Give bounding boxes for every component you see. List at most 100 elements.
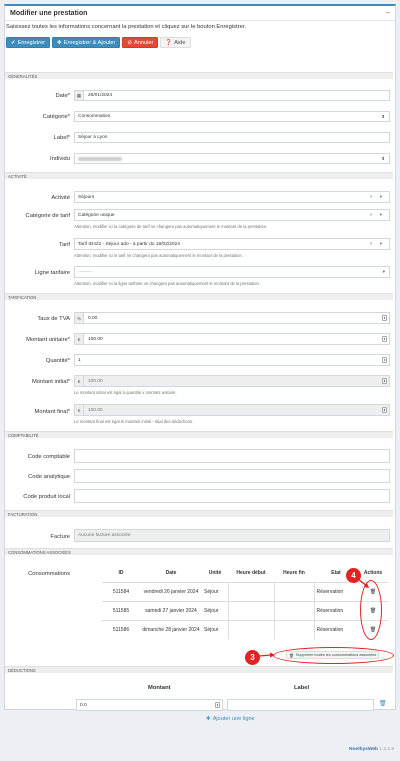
cell-heure-fin — [273, 619, 314, 639]
categorie-tarif-select[interactable]: Catégorie unique × ▾ — [74, 209, 390, 221]
facture-value: Aucune facture associée — [78, 533, 131, 538]
categorie-tarif-label: Catégorie de tarif — [25, 213, 70, 219]
clear-dropdown-icon[interactable]: × ▾ — [370, 212, 385, 218]
spinner-icon: ⬍ — [382, 407, 387, 413]
save-button-label: Enregistrer — [17, 39, 46, 46]
individu-label: Individu — [50, 156, 70, 162]
code-analytique-input[interactable] — [74, 469, 390, 483]
cell-date: samedi 27 janvier 2024 — [140, 600, 202, 620]
section-deductions: DÉDUCTIONS — [5, 666, 393, 673]
cell-id: 511584 — [102, 581, 140, 601]
trash-icon[interactable]: 🗑 — [379, 700, 387, 707]
quantite-value: 1 — [78, 357, 81, 363]
ban-icon: ⊘ — [127, 39, 133, 46]
spinner-icon[interactable]: ⬍ — [382, 357, 387, 363]
section-tarification: TARIFICATION — [5, 293, 393, 300]
delete-all-label: Supprimer toutes les consommations assoc… — [295, 653, 377, 657]
cell-unite: Séjour — [202, 600, 228, 620]
tva-label: Taux de TVA — [37, 316, 70, 322]
label-value: Séjour à Lyon — [78, 135, 108, 140]
cell-heure-debut — [227, 600, 274, 620]
section-facturation: FACTURATION — [5, 510, 393, 517]
col-date: Date — [140, 565, 202, 583]
clear-dropdown-icon[interactable]: × ▾ — [370, 241, 385, 247]
individu-select[interactable]: ⬍ — [74, 153, 390, 164]
cell-heure-fin — [273, 581, 314, 601]
callout-3-arrow — [259, 652, 275, 658]
section-generalites: GÉNÉRALITÉS — [5, 72, 393, 79]
montant-final-input: €100.00 ⬍ — [74, 404, 390, 416]
col-id: ID — [102, 565, 140, 583]
date-label: Date* — [55, 93, 70, 99]
tarif-select[interactable]: Tarif ID422 - Séjour ado - à partir du 1… — [74, 238, 390, 250]
check-icon: ✔ — [11, 39, 16, 46]
collapse-icon[interactable]: – — [386, 9, 390, 17]
help-icon: ❓ — [165, 39, 173, 46]
date-input[interactable]: ▦ 26/01/2024 — [74, 90, 390, 101]
ligne-tarifaire-select[interactable]: --------- ▾ — [74, 266, 390, 278]
cancel-button-label: Annuler — [134, 39, 154, 46]
save-add-button[interactable]: ✚ Enregistrer & Ajouter — [52, 37, 121, 48]
tarif-label: Tarif — [59, 242, 70, 248]
col-unite: Unité — [202, 565, 228, 583]
spinner-icon[interactable]: ⬍ — [382, 315, 387, 321]
calendar-icon: ▦ — [75, 91, 84, 100]
delete-all-button[interactable]: 🗑 Supprimer toutes les consommations asso… — [286, 651, 380, 659]
help-button[interactable]: ❓ Aide — [160, 37, 191, 48]
ligne-tarifaire-label: Ligne tarifaire — [34, 270, 70, 276]
spinner-icon: ⬍ — [382, 378, 387, 384]
euro-addon: € — [75, 405, 84, 415]
categorie-label: Catégorie* — [42, 114, 70, 120]
trash-icon: 🗑 — [289, 653, 294, 658]
montant-unitaire-input[interactable]: €100.00 ⬍ — [74, 333, 390, 345]
montant-final-value: 100.00 — [88, 407, 103, 413]
facture-label: Facture — [50, 534, 70, 540]
save-add-button-label: Enregistrer & Ajouter — [63, 39, 116, 46]
table-row: 511585 samedi 27 janvier 2024 Séjour Rés… — [102, 600, 388, 620]
code-comptable-label: Code comptable — [27, 454, 70, 460]
panel-title: Modifier une prestation — [10, 9, 88, 17]
cell-heure-debut — [227, 619, 274, 639]
spinner-icon[interactable]: ⬍ — [382, 336, 387, 342]
add-line-link[interactable]: ✚ Ajouter une ligne — [206, 716, 255, 722]
cell-id: 511585 — [102, 600, 140, 620]
deduction-montant-input[interactable]: 0.0 ⬍ — [76, 699, 223, 711]
cell-heure-debut — [227, 581, 274, 601]
callout-3: 3 — [245, 650, 260, 665]
code-produit-label: Code produit local — [23, 494, 70, 500]
code-comptable-input[interactable] — [74, 449, 390, 463]
save-button[interactable]: ✔ Enregistrer — [6, 37, 51, 48]
tva-value: 0.00 — [88, 315, 98, 321]
code-analytique-label: Code analytique — [28, 474, 70, 480]
activite-value: Séjours — [78, 194, 95, 200]
montant-final-help: Le montant final est égal le montant ini… — [74, 419, 194, 424]
euro-addon: € — [75, 376, 84, 386]
deduction-montant-value: 0.0 — [80, 702, 87, 708]
spinner-icon[interactable]: ⬍ — [215, 702, 220, 708]
cell-etat: Réservation — [313, 619, 358, 639]
facture-field: Aucune facture associée — [74, 529, 390, 542]
label-input[interactable]: Séjour à Lyon — [74, 132, 390, 143]
tva-input[interactable]: % 0.00 ⬍ — [74, 312, 390, 324]
cell-date: dimanche 28 janvier 2024 — [140, 619, 202, 639]
deduction-label-input[interactable] — [227, 699, 374, 711]
date-value: 26/01/2024 — [88, 93, 113, 98]
ligne-tarifaire-help: Attention, modifier ici la ligne tarifai… — [74, 281, 260, 286]
cancel-button[interactable]: ⊘ Annuler — [122, 37, 159, 48]
euro-addon: € — [75, 334, 84, 344]
activite-select[interactable]: Séjours × ▾ — [74, 191, 390, 203]
footer-brand: NoethysWeb 1.2.2.9 — [349, 747, 394, 752]
col-heure-fin: Heure fin — [274, 565, 314, 583]
cell-date: vendredi 26 janvier 2024 — [140, 581, 202, 601]
table-row: 511584 vendredi 26 janvier 2024 Séjour R… — [102, 581, 388, 601]
clear-dropdown-icon[interactable]: × ▾ — [370, 194, 385, 200]
cell-unite: Séjour — [202, 619, 228, 639]
code-produit-input[interactable] — [74, 489, 390, 503]
section-comptabilite: COMPTABILITÉ — [5, 431, 393, 438]
categorie-select[interactable]: Consommation ⬍ — [74, 111, 390, 122]
quantite-label: Quantité* — [45, 358, 70, 364]
cell-heure-fin — [273, 600, 314, 620]
montant-final-label: Montant final* — [34, 409, 70, 415]
quantite-input[interactable]: 1 ⬍ — [74, 354, 390, 366]
intro-text: Saisissez toutes les informations concer… — [6, 24, 247, 30]
